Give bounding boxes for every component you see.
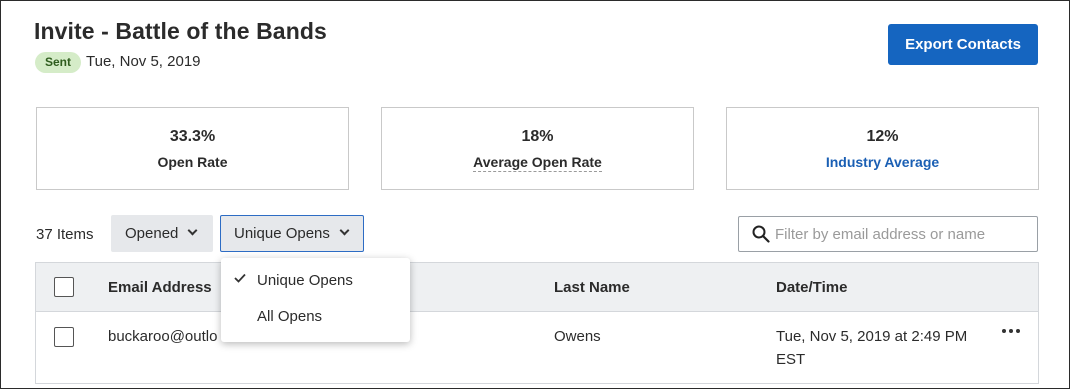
row-date-time: Tue, Nov 5, 2019 at 2:49 PM [776,328,968,345]
search-icon [752,225,770,243]
stat-label-text: Open Rate [157,154,228,170]
export-contacts-button[interactable]: Export Contacts [888,24,1038,65]
status-badge: Sent [35,52,82,73]
search-input[interactable] [775,221,1030,247]
check-icon [234,273,246,283]
stat-card-average-open-rate: 18% Average Open Rate [381,107,694,190]
more-actions-icon[interactable] [1002,327,1022,335]
menu-item-label: Unique Opens [257,272,353,289]
industry-average-link[interactable]: Industry Average [727,154,1038,170]
row-email: buckaroo@outlo [108,328,218,345]
column-header-date-time[interactable]: Date/Time [776,279,847,296]
select-all-checkbox[interactable] [54,277,74,297]
row-last-name: Owens [554,328,601,345]
stat-value: 12% [866,128,899,145]
stat-label: Open Rate [37,154,348,170]
row-checkbox[interactable] [54,327,74,347]
contacts-table: Email Address Last Name Date/Time buckar… [35,262,1039,384]
chevron-down-icon [187,225,198,236]
sent-date: Tue, Nov 5, 2019 [86,53,201,70]
page-title: Invite - Battle of the Bands [34,18,327,44]
menu-item-all-opens[interactable]: All Opens [221,299,410,335]
opens-filter-dropdown[interactable]: Unique Opens [220,215,364,252]
stat-label-text[interactable]: Industry Average [826,154,939,170]
stat-label: Average Open Rate [382,154,693,172]
table-header: Email Address Last Name Date/Time [36,263,1038,312]
row-time-zone: EST [776,351,806,368]
menu-item-label: All Opens [257,308,323,325]
stat-card-open-rate: 33.3% Open Rate [36,107,349,190]
stat-card-industry-average: 12% Industry Average [726,107,1039,190]
column-header-email[interactable]: Email Address [108,279,212,296]
opens-filter-label: Unique Opens [234,225,330,242]
stat-value: 33.3% [169,128,216,145]
chevron-down-icon [339,225,350,236]
menu-item-unique-opens[interactable]: Unique Opens [221,263,410,299]
column-header-last-name[interactable]: Last Name [554,279,630,296]
items-count: 37 Items [36,226,94,243]
report-panel: Invite - Battle of the Bands Sent Tue, N… [0,0,1070,389]
status-filter-label: Opened [125,225,179,242]
stat-value: 18% [521,128,554,145]
status-filter-dropdown[interactable]: Opened [111,215,213,252]
stat-label-tooltip-text[interactable]: Average Open Rate [473,154,602,172]
opens-filter-menu: Unique Opens All Opens [221,258,410,342]
search-box [738,216,1038,252]
